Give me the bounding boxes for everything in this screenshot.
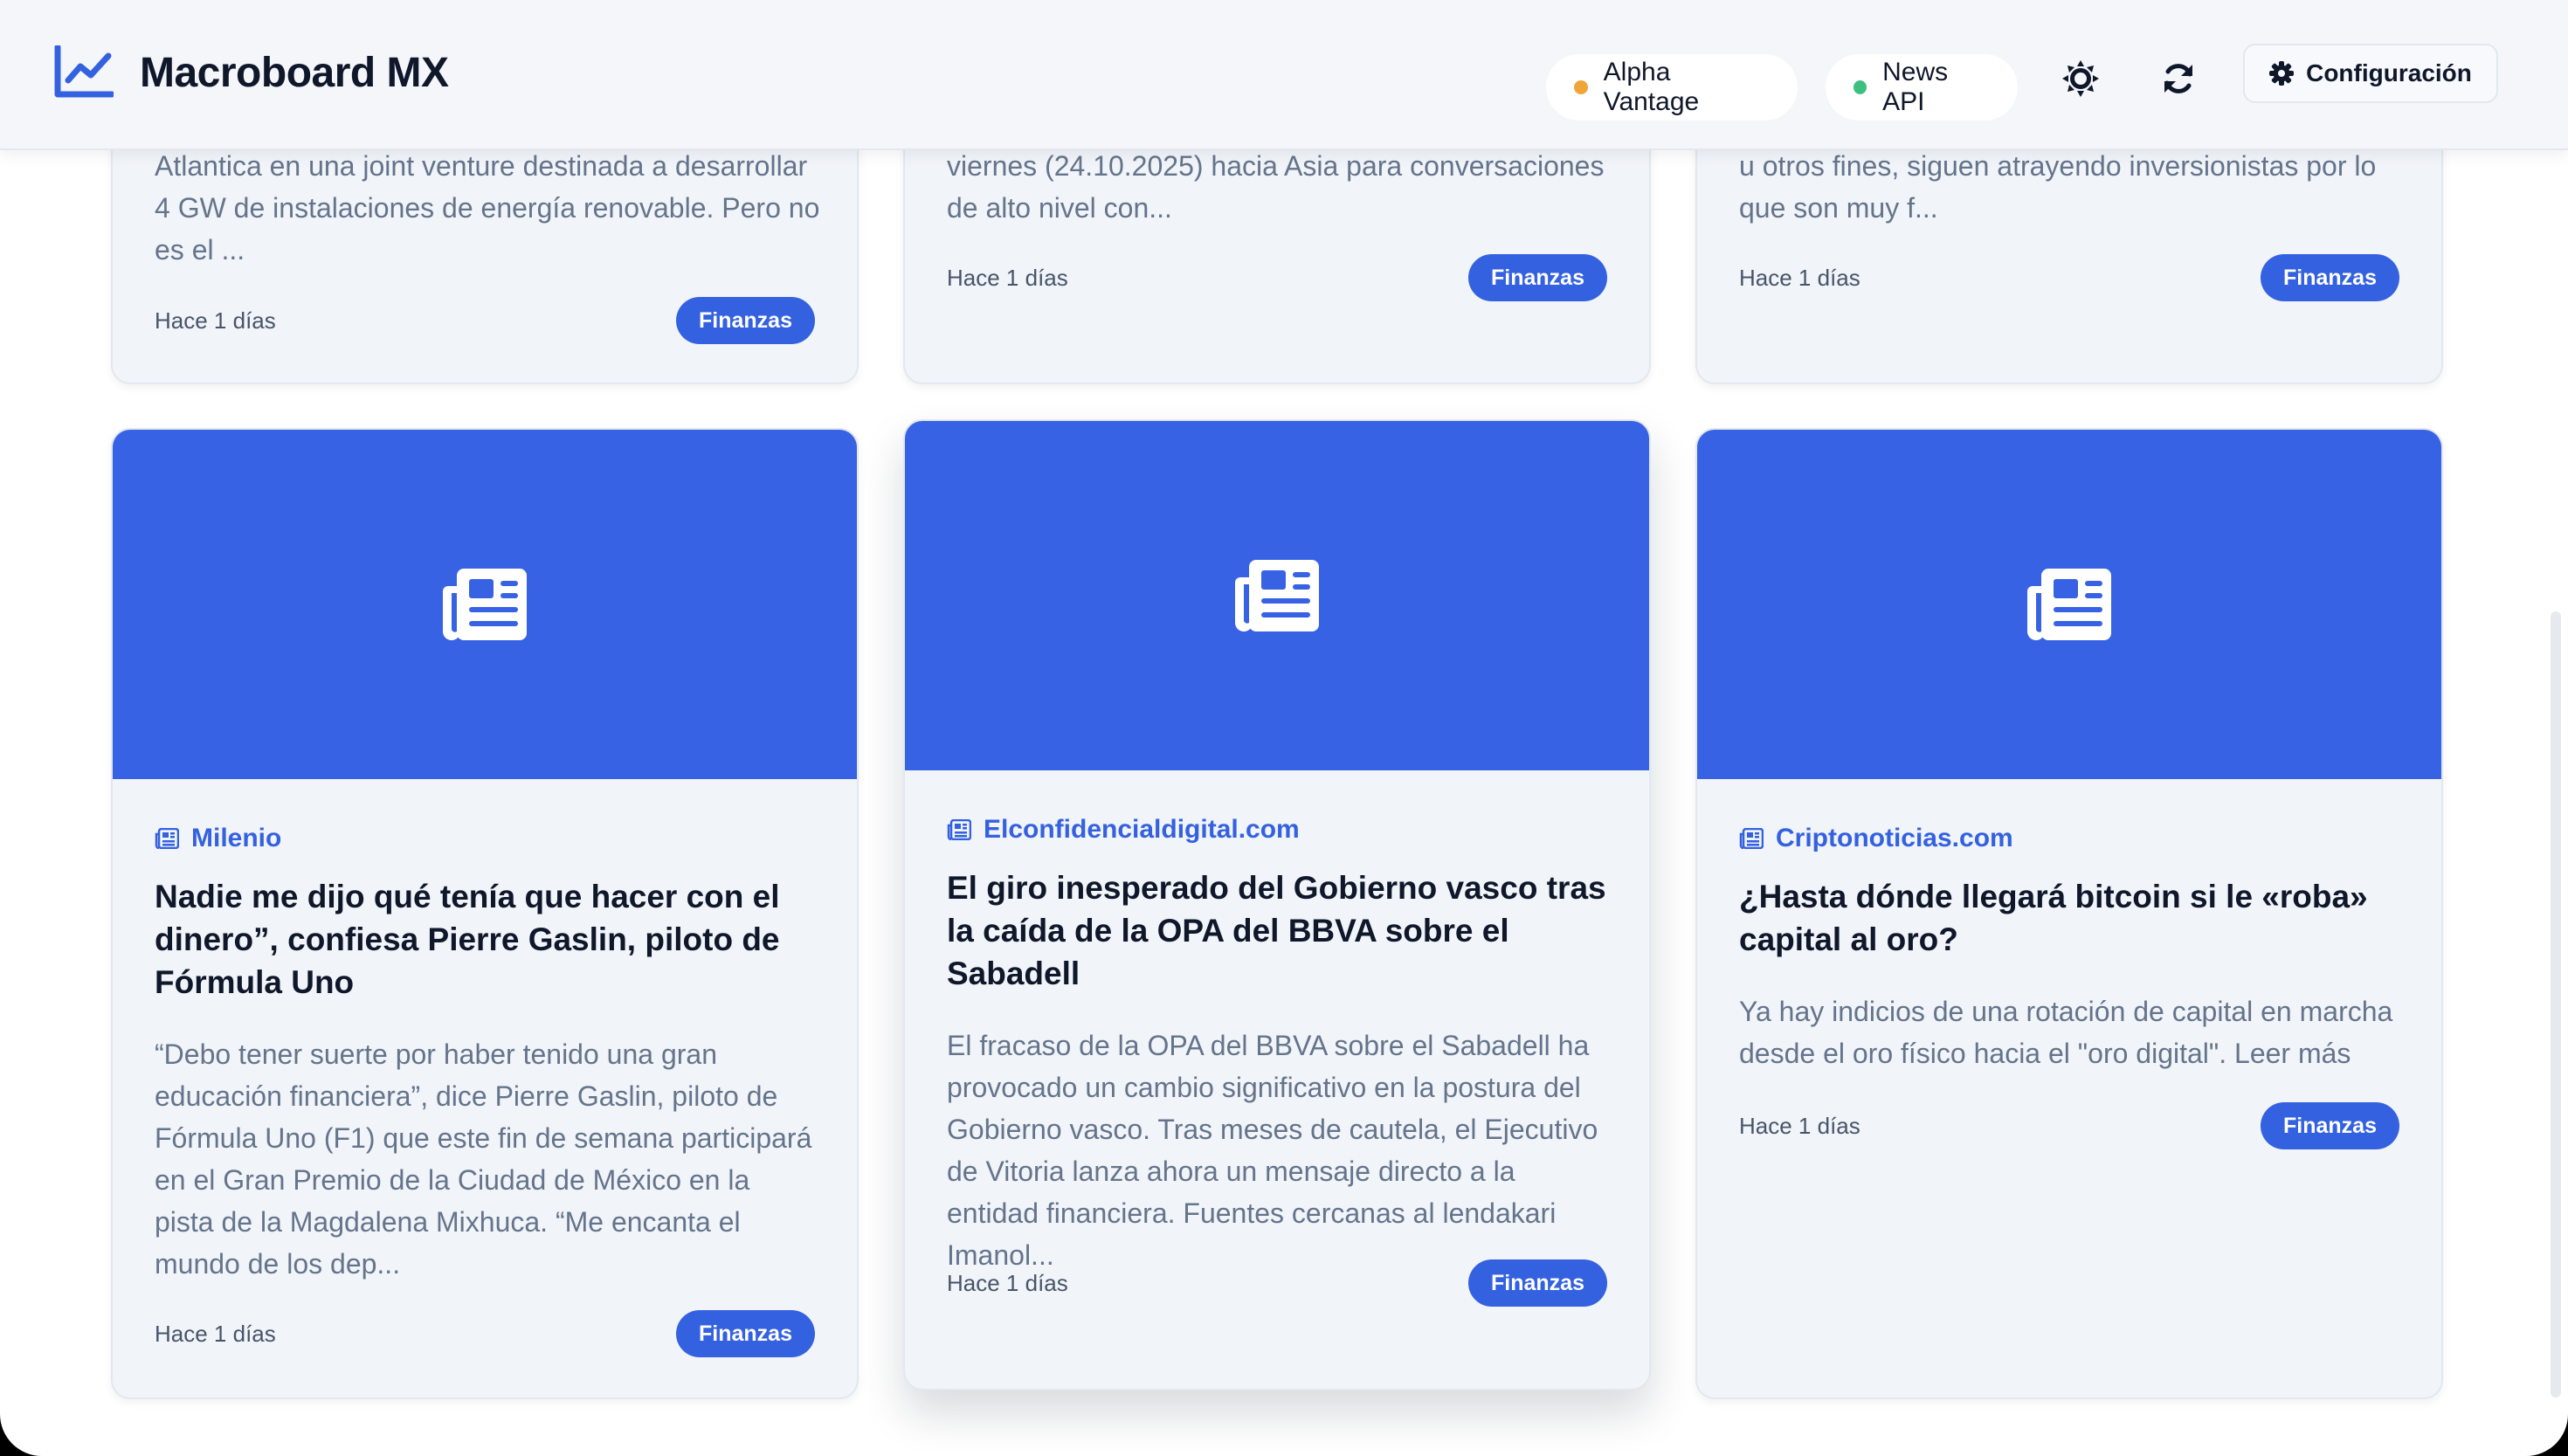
refresh-button[interactable] (2150, 51, 2206, 107)
card-image (905, 421, 1649, 770)
news-card[interactable]: Elconfidencialdigital.com El giro inespe… (903, 419, 1651, 1390)
newspaper-icon (1739, 828, 1764, 849)
source-name: Elconfidencialdigital.com (984, 815, 1300, 844)
settings-label: Configuración (2306, 59, 2472, 86)
category-tag[interactable]: Finanzas (1468, 254, 1607, 301)
settings-button[interactable]: Configuración (2243, 44, 2498, 103)
news-card[interactable]: Milenio Nadie me dijo qué tenía que hace… (111, 428, 859, 1399)
card-time: Hace 1 días (155, 1320, 276, 1347)
app-window: Atlantica en una joint venture destinada… (0, 0, 2568, 1456)
scrollbar[interactable] (2551, 611, 2561, 1397)
card-time: Hace 1 días (1739, 264, 1860, 291)
source-label[interactable]: Criptonoticias.com (1739, 821, 2399, 856)
refresh-icon (2164, 64, 2192, 93)
newspaper-icon (1235, 560, 1319, 631)
newspaper-icon (2027, 569, 2111, 640)
sun-icon (2062, 60, 2099, 97)
status-dot (1574, 80, 1588, 94)
card-excerpt: El fracaso de la OPA del BBVA sobre el S… (947, 1030, 1598, 1271)
theme-toggle-button[interactable] (2053, 51, 2109, 107)
card-time: Hace 1 días (947, 264, 1068, 291)
card-headline[interactable]: ¿Hasta dónde llegará bitcoin si le «roba… (1739, 875, 2399, 961)
card-time: Hace 1 días (155, 307, 276, 334)
source-name: Milenio (191, 824, 282, 852)
newspaper-icon (443, 569, 527, 640)
status-dot (1854, 80, 1867, 94)
status-pill-news-api[interactable]: News API (1826, 54, 2018, 121)
gear-icon (2269, 61, 2295, 86)
card-headline[interactable]: El giro inesperado del Gobierno vasco tr… (947, 866, 1607, 995)
card-excerpt: Ya hay indicios de una rotación de capit… (1739, 996, 2393, 1069)
status-pill-alpha-vantage[interactable]: Alpha Vantage (1546, 54, 1798, 121)
top-bar: Macroboard MX Alpha Vantage News API Con… (0, 0, 2568, 150)
category-tag[interactable]: Finanzas (1468, 1259, 1607, 1307)
source-name: Criptonoticias.com (1776, 824, 2013, 852)
newspaper-icon (947, 819, 971, 840)
card-image (113, 430, 857, 779)
newspaper-icon (155, 828, 179, 849)
category-tag[interactable]: Finanzas (2261, 254, 2399, 301)
card-excerpt: Atlantica en una joint venture destinada… (155, 150, 820, 266)
card-image (1697, 430, 2441, 779)
card-time: Hace 1 días (947, 1269, 1068, 1296)
card-excerpt: u otros fines, siguen atrayendo inversio… (1739, 150, 2377, 224)
app-title: Macroboard MX (140, 50, 449, 96)
chart-line-icon (54, 45, 114, 98)
category-tag[interactable]: Finanzas (676, 1310, 815, 1357)
source-label[interactable]: Milenio (155, 821, 815, 856)
source-label[interactable]: Elconfidencialdigital.com (947, 812, 1607, 847)
category-tag[interactable]: Finanzas (2261, 1102, 2399, 1149)
status-label: News API (1882, 58, 1949, 116)
category-tag[interactable]: Finanzas (676, 297, 815, 344)
card-excerpt: viernes (24.10.2025) hacia Asia para con… (947, 150, 1605, 224)
card-headline[interactable]: Nadie me dijo qué tenía que hacer con el… (155, 875, 815, 1004)
news-card[interactable]: Criptonoticias.com ¿Hasta dónde llegará … (1695, 428, 2443, 1399)
card-excerpt: “Debo tener suerte por haber tenido una … (155, 1039, 812, 1280)
status-label: Alpha Vantage (1603, 58, 1700, 116)
card-time: Hace 1 días (1739, 1112, 1860, 1139)
